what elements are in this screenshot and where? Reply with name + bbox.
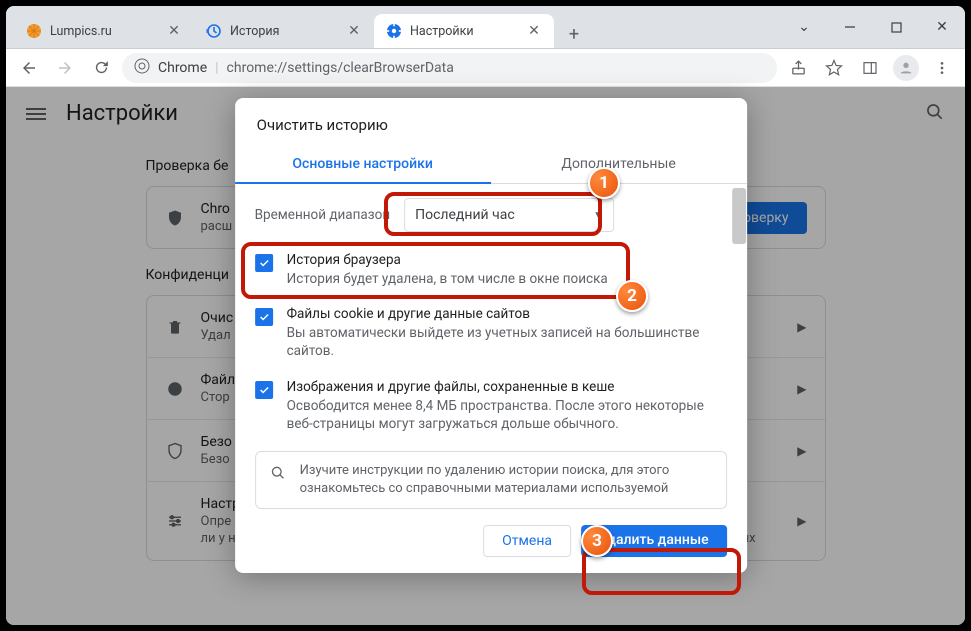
minimize-button[interactable] bbox=[827, 6, 873, 48]
search-icon bbox=[270, 465, 286, 487]
annotation-number-2: 2 bbox=[616, 280, 648, 312]
address-bar[interactable]: Chrome | chrome://settings/clearBrowserD… bbox=[122, 53, 777, 83]
history-icon bbox=[206, 23, 222, 39]
checkbox-checked-icon[interactable] bbox=[255, 381, 273, 399]
annotation-number-3: 3 bbox=[581, 525, 613, 557]
checkbox-browsing-history[interactable]: История браузераИстория будет удалена, в… bbox=[255, 252, 727, 288]
browser-titlebar: Lumpics.ru ✕ История ✕ Настройки ✕ + ⌄ bbox=[6, 6, 965, 49]
maximize-button[interactable] bbox=[873, 6, 919, 48]
profile-avatar[interactable] bbox=[891, 53, 921, 83]
tab-history[interactable]: История ✕ bbox=[194, 14, 374, 48]
close-icon[interactable]: ✕ bbox=[346, 23, 362, 39]
dialog-scrollbar[interactable] bbox=[732, 188, 746, 244]
checkbox-checked-icon[interactable] bbox=[255, 254, 273, 272]
chrome-icon bbox=[134, 58, 150, 78]
chevron-down-icon: ▼ bbox=[593, 210, 603, 221]
info-box: Изучите инструкции по удалению истории п… bbox=[255, 451, 727, 509]
orange-icon bbox=[26, 23, 42, 39]
dialog-title: Очистить историю bbox=[235, 98, 747, 146]
close-icon[interactable]: ✕ bbox=[166, 23, 182, 39]
menu-button[interactable] bbox=[927, 53, 957, 83]
checkbox-cookies[interactable]: Файлы cookie и другие данные сайтовВы ав… bbox=[255, 306, 727, 360]
tab-overflow-icon[interactable]: ⌄ bbox=[781, 6, 827, 48]
new-tab-button[interactable]: + bbox=[560, 20, 588, 48]
url-text: chrome://settings/clearBrowserData bbox=[227, 60, 454, 76]
gear-icon bbox=[386, 23, 402, 39]
time-range-label: Временной диапазон bbox=[255, 207, 391, 223]
tab-label: Lumpics.ru bbox=[50, 24, 158, 39]
time-range-select[interactable]: Последний час ▼ bbox=[404, 198, 614, 232]
bookmark-icon[interactable] bbox=[819, 53, 849, 83]
nav-reload-button[interactable] bbox=[86, 53, 116, 83]
annotation-number-1: 1 bbox=[588, 167, 620, 199]
url-scheme-label: Chrome bbox=[158, 60, 207, 76]
time-range-value: Последний час bbox=[415, 207, 515, 223]
checkbox-cached[interactable]: Изображения и другие файлы, сохраненные … bbox=[255, 379, 727, 433]
side-panel-icon[interactable] bbox=[855, 53, 885, 83]
clear-data-dialog: Очистить историю Основные настройки Допо… bbox=[235, 98, 747, 573]
tab-settings[interactable]: Настройки ✕ bbox=[374, 14, 554, 48]
share-icon[interactable] bbox=[783, 53, 813, 83]
checkbox-checked-icon[interactable] bbox=[255, 308, 273, 326]
nav-back-button[interactable] bbox=[14, 53, 44, 83]
browser-toolbar: Chrome | chrome://settings/clearBrowserD… bbox=[6, 49, 965, 87]
close-window-button[interactable]: ✕ bbox=[919, 6, 965, 48]
close-icon[interactable]: ✕ bbox=[526, 23, 542, 39]
cancel-button[interactable]: Отмена bbox=[483, 525, 571, 557]
dialog-tab-basic[interactable]: Основные настройки bbox=[235, 146, 491, 184]
tab-label: История bbox=[230, 24, 338, 39]
nav-forward-button[interactable] bbox=[50, 53, 80, 83]
tab-label: Настройки bbox=[410, 24, 518, 39]
tab-lumpics[interactable]: Lumpics.ru ✕ bbox=[14, 14, 194, 48]
